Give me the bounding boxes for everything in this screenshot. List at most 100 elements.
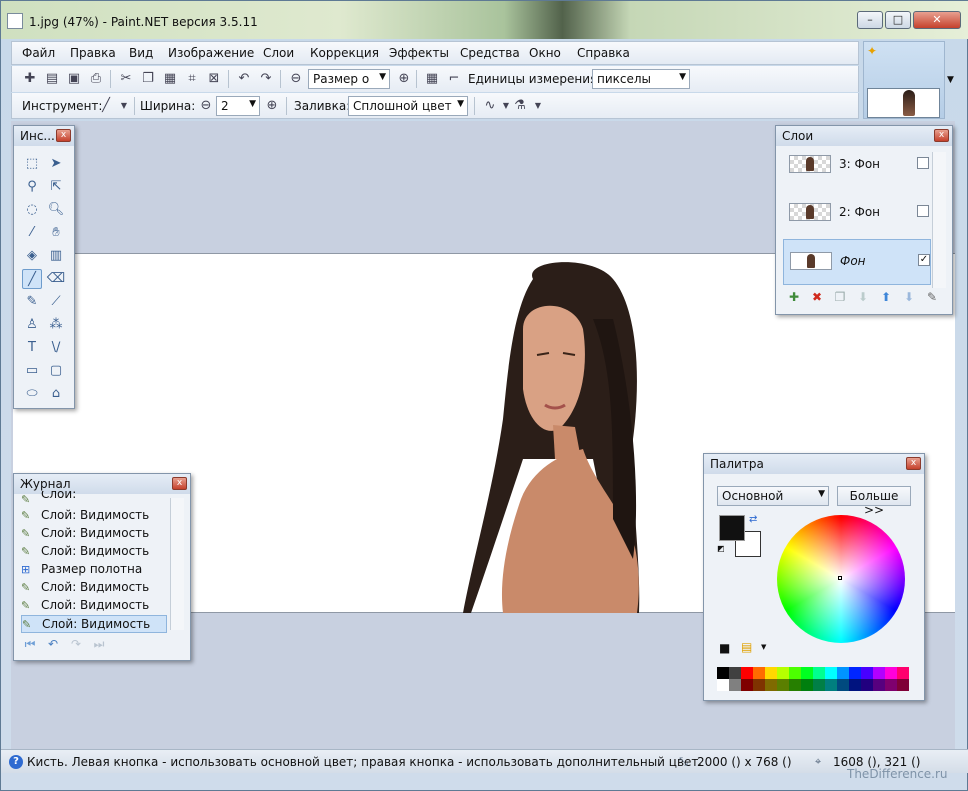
new-tab-icon[interactable]: ✦: [867, 44, 877, 58]
zoom-tool-icon[interactable]: 🔍︎: [46, 200, 66, 220]
pan-tool-icon[interactable]: ✋︎: [46, 223, 66, 243]
zoom-out-icon[interactable]: ⊖: [288, 71, 304, 87]
palette-mode-combo[interactable]: Основной ▼: [717, 486, 829, 506]
menu-layers[interactable]: Слои: [263, 46, 294, 60]
menu-edit[interactable]: Правка: [70, 46, 116, 60]
more-colors-button[interactable]: Больше >>: [837, 486, 911, 517]
save-icon[interactable]: ▣: [66, 71, 82, 87]
palette-menu-icon[interactable]: ▤: [741, 640, 752, 654]
close-icon[interactable]: x: [906, 457, 921, 470]
ellipse-select-tool-icon[interactable]: ◌: [22, 200, 42, 220]
palette-swatch[interactable]: [837, 667, 849, 679]
close-icon[interactable]: x: [172, 477, 187, 490]
palette-swatch[interactable]: [729, 679, 741, 691]
layer-visibility-checkbox[interactable]: ✓: [918, 254, 930, 266]
menu-image[interactable]: Изображение: [168, 46, 254, 60]
pencil-tool-icon[interactable]: ✎: [22, 292, 42, 312]
menu-help[interactable]: Справка: [577, 46, 630, 60]
layer-row[interactable]: 3: Фон: [783, 143, 931, 189]
color-wheel-cursor[interactable]: [838, 576, 842, 580]
palette-swatch[interactable]: [777, 679, 789, 691]
history-item[interactable]: ✎ Слой: Видимость: [21, 579, 167, 597]
chevron-down-icon[interactable]: ▼: [761, 643, 766, 651]
palette-swatch[interactable]: [789, 667, 801, 679]
open-icon[interactable]: ▤: [44, 71, 60, 87]
close-button[interactable]: ✕: [913, 11, 961, 29]
lasso-tool-icon[interactable]: ⚲: [22, 177, 42, 197]
history-item[interactable]: ⊞ Размер полотна: [21, 561, 167, 579]
width-input[interactable]: 2 ▼: [216, 96, 260, 116]
palette-swatch[interactable]: [717, 679, 729, 691]
layer-visibility-checkbox[interactable]: [917, 157, 929, 169]
palette-swatch[interactable]: [741, 679, 753, 691]
palette-swatch[interactable]: [801, 679, 813, 691]
history-item[interactable]: ✎ Слой: Видимость: [21, 597, 167, 615]
redo-icon[interactable]: ↷: [258, 71, 274, 87]
grid-icon[interactable]: ▦: [424, 71, 440, 87]
move-layer-down-icon[interactable]: ⬇: [902, 290, 916, 304]
layer-visibility-checkbox[interactable]: [917, 205, 929, 217]
recolor-tool-icon[interactable]: ⁂: [46, 315, 66, 335]
menu-window[interactable]: Окно: [529, 46, 561, 60]
palette-swatch[interactable]: [885, 679, 897, 691]
add-layer-icon[interactable]: ✚: [787, 290, 801, 304]
copy-icon[interactable]: ❐: [140, 71, 156, 87]
minimize-button[interactable]: –: [857, 11, 883, 29]
palette-swatch[interactable]: [729, 667, 741, 679]
history-item[interactable]: ✎ Слой: Видимость: [21, 507, 167, 525]
cut-icon[interactable]: ✂: [118, 71, 134, 87]
close-icon[interactable]: x: [56, 129, 71, 142]
width-increase-icon[interactable]: ⊕: [264, 98, 280, 114]
gradient-tool-icon[interactable]: ▥: [46, 246, 66, 266]
palette-swatch[interactable]: [813, 667, 825, 679]
blend-mode-icon[interactable]: ⚗: [512, 98, 528, 114]
history-scrollbar[interactable]: [170, 498, 184, 630]
rectangle-select-tool-icon[interactable]: ⬚: [22, 154, 42, 174]
palette-swatch[interactable]: [861, 679, 873, 691]
menu-effects[interactable]: Эффекты: [389, 46, 449, 60]
close-icon[interactable]: x: [934, 129, 949, 142]
history-item[interactable]: ✎Слой: Непрозрачность: [21, 491, 167, 503]
palette-swatch[interactable]: [837, 679, 849, 691]
menu-view[interactable]: Вид: [129, 46, 153, 60]
move-selection-tool-icon[interactable]: ➤: [46, 154, 66, 174]
ruler-icon[interactable]: ⌐: [446, 71, 462, 87]
palette-swatch[interactable]: [765, 667, 777, 679]
move-layer-up-icon[interactable]: ⬆: [879, 290, 893, 304]
layers-scrollbar[interactable]: [932, 152, 946, 288]
palette-swatch[interactable]: [753, 679, 765, 691]
palette-swatch[interactable]: [885, 667, 897, 679]
text-tool-icon[interactable]: T: [22, 338, 42, 358]
palette-swatch[interactable]: [873, 667, 885, 679]
rewind-icon[interactable]: ⏮: [23, 637, 37, 651]
zoom-in-icon[interactable]: ⊕: [396, 71, 412, 87]
eraser-tool-icon[interactable]: ⌫: [46, 269, 66, 289]
palette-swatch[interactable]: [825, 667, 837, 679]
chevron-down-icon[interactable]: ▼: [530, 98, 546, 114]
brush-tool-icon[interactable]: ╱: [98, 98, 114, 114]
palette-swatch[interactable]: [801, 667, 813, 679]
history-item[interactable]: ✎ Слой: Видимость: [21, 543, 167, 561]
palette-swatch[interactable]: [873, 679, 885, 691]
undo-icon[interactable]: ↶: [236, 71, 252, 87]
palette-swatch[interactable]: [765, 679, 777, 691]
clone-stamp-tool-icon[interactable]: ♙: [22, 315, 42, 335]
paint-bucket-tool-icon[interactable]: ◈: [22, 246, 42, 266]
units-combo[interactable]: пикселы ▼: [592, 69, 690, 89]
palette-swatch[interactable]: [825, 679, 837, 691]
palette-swatch[interactable]: [753, 667, 765, 679]
ellipse-tool-icon[interactable]: ⬭: [22, 384, 42, 404]
zoom-combo[interactable]: Размер о ▼: [308, 69, 390, 89]
paintbrush-tool-icon[interactable]: ╱: [22, 269, 42, 289]
move-selected-tool-icon[interactable]: ⇱: [46, 177, 66, 197]
rectangle-tool-icon[interactable]: ▭: [22, 361, 42, 381]
swap-colors-icon[interactable]: ⇄: [749, 514, 757, 525]
history-item-selected[interactable]: ✎ Слой: Видимость: [21, 615, 167, 633]
menu-adjustments[interactable]: Коррекция: [310, 46, 379, 60]
palette-swatch[interactable]: [777, 667, 789, 679]
redo-history-icon[interactable]: ↷: [69, 637, 83, 651]
line-curve-tool-icon[interactable]: \∕: [46, 338, 66, 358]
undo-history-icon[interactable]: ↶: [46, 637, 60, 651]
layer-properties-icon[interactable]: ✎: [925, 290, 939, 304]
menu-file[interactable]: Файл: [22, 46, 55, 60]
